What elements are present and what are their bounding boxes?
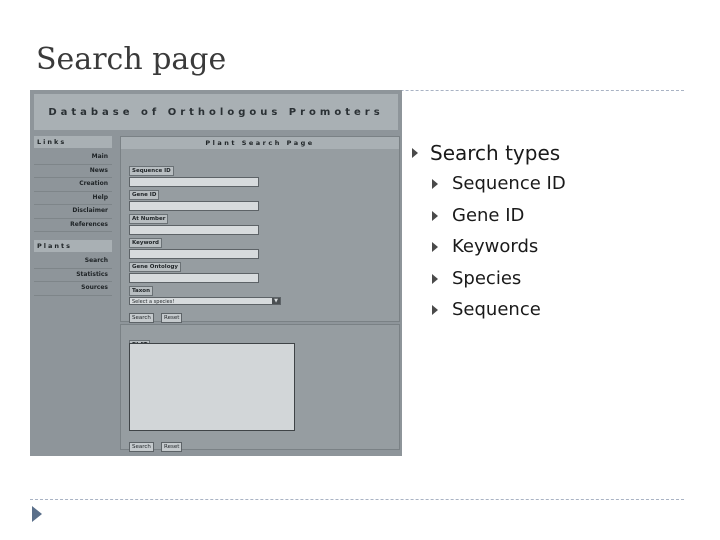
plant-search-panel: Plant Search Page Sequence ID Gene ID At… (120, 136, 400, 323)
blat-sequence-textarea[interactable] (129, 343, 295, 431)
slide-title: Search page (36, 42, 227, 77)
bullet-arrow-icon (432, 179, 438, 189)
bullet-arrow-icon (432, 273, 438, 284)
site-banner-title: Database of Orthologous Promoters (48, 106, 384, 118)
sidebar: Links Main News Creation Help Disclaimer… (34, 136, 112, 296)
field-label: Gene Ontology (129, 262, 181, 272)
bullet-list: Search types Sequence ID Gene ID Keyword… (410, 140, 710, 328)
bullet-sub-text: Sequence ID (452, 173, 566, 194)
bullet-main-text: Search types (430, 141, 561, 165)
taxon-field: Taxon Select a species! ▼ (129, 277, 281, 305)
chevron-down-icon[interactable]: ▼ (272, 298, 280, 304)
field-label: Gene ID (129, 190, 160, 200)
blat-buttons: Search Reset (129, 433, 184, 452)
blat-search-button[interactable]: Search (129, 442, 154, 452)
sidebar-links-heading: Links (34, 136, 112, 148)
field-label: At Number (129, 214, 169, 224)
bottom-divider (30, 499, 684, 500)
search-buttons: Search Reset (129, 304, 184, 323)
bullet-sub-text: Species (452, 267, 522, 289)
blat-reset-button[interactable]: Reset (161, 442, 183, 452)
sidebar-item-main[interactable]: Main (34, 151, 112, 165)
bullet-sub-text: Keywords (452, 236, 539, 257)
webpage-screenshot: Database of Orthologous Promoters Links … (30, 90, 402, 456)
footer-triangle-icon (32, 506, 42, 522)
bullet-arrow-icon (432, 210, 438, 221)
bullet-arrow-icon (412, 148, 418, 158)
field-label: Sequence ID (129, 166, 174, 176)
sidebar-item-news[interactable]: News (34, 165, 112, 178)
sidebar-item-statistics[interactable]: Statistics (34, 269, 112, 282)
bullet-sub-item: Species (410, 265, 710, 297)
site-banner: Database of Orthologous Promoters (34, 94, 398, 130)
sidebar-plants-heading: Plants (34, 240, 112, 252)
sidebar-item-disclaimer[interactable]: Disclaimer (34, 205, 112, 219)
search-button[interactable]: Search (129, 313, 154, 323)
bullet-main: Search types (410, 140, 710, 170)
bullet-sub-text: Sequence (452, 299, 541, 320)
sidebar-item-help[interactable]: Help (34, 192, 112, 205)
bullet-sub-text: Gene ID (452, 204, 525, 226)
bullet-sub-item: Keywords (410, 233, 710, 265)
panel-heading: Plant Search Page (121, 137, 399, 149)
blat-panel: BLAT Search Reset (120, 324, 400, 452)
reset-button[interactable]: Reset (161, 313, 183, 323)
field-label: Taxon (129, 286, 153, 296)
sidebar-item-references[interactable]: References (34, 219, 112, 232)
bullet-arrow-icon (432, 305, 438, 315)
sidebar-item-search[interactable]: Search (34, 255, 112, 269)
bullet-sub-item: Sequence ID (410, 170, 710, 202)
field-label: Keyword (129, 238, 162, 248)
bullet-arrow-icon (432, 242, 438, 252)
bullet-sub-item: Sequence (410, 296, 710, 328)
sidebar-item-creation[interactable]: Creation (34, 178, 112, 192)
bullet-sub-item: Gene ID (410, 202, 710, 234)
sidebar-item-sources[interactable]: Sources (34, 282, 112, 296)
